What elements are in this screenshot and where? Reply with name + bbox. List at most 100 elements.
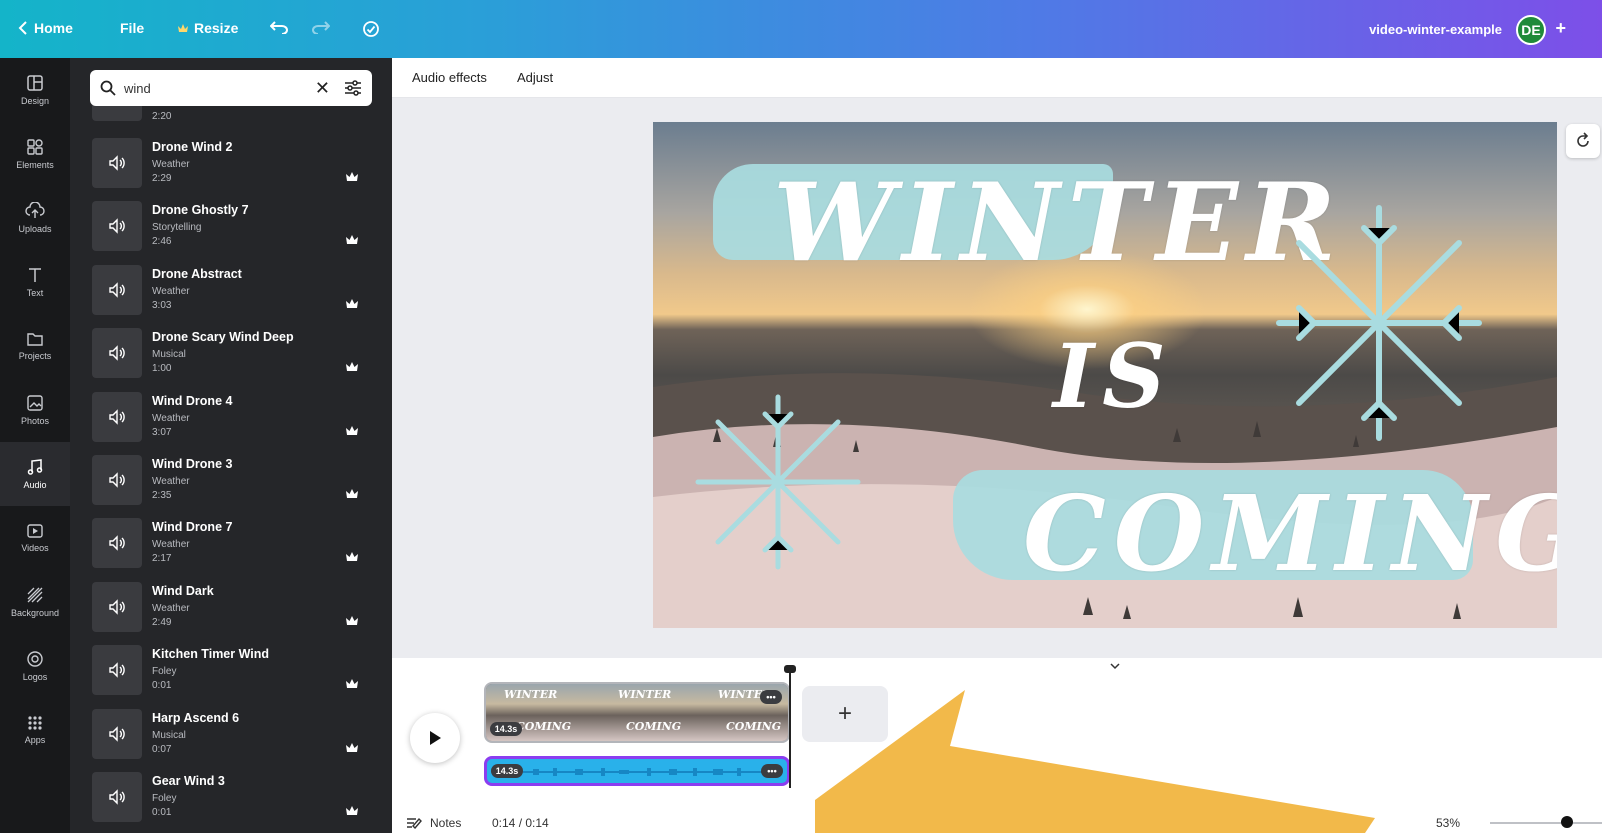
play-button[interactable] xyxy=(410,713,460,763)
audio-thumbnail xyxy=(92,455,142,505)
audio-category: Weather xyxy=(152,539,190,551)
audio-category: Weather xyxy=(152,285,190,297)
list-item[interactable]: Kitchen Timer Wind Foley 0:01 xyxy=(92,641,372,704)
headline-is[interactable]: IS xyxy=(1053,324,1174,428)
speaker-icon xyxy=(109,535,125,552)
audio-duration: 3:03 xyxy=(152,299,172,311)
avatar[interactable]: DE xyxy=(1516,15,1546,45)
search-bar[interactable]: wind ✕ xyxy=(90,70,372,106)
snowflake-icon[interactable] xyxy=(693,392,863,572)
rail-item-logos[interactable]: Logos xyxy=(0,634,70,698)
zoom-slider-track[interactable] xyxy=(1490,822,1602,824)
rail-item-text[interactable]: Text xyxy=(0,250,70,314)
video-clip[interactable]: WINTER WINTER WINTER COMING COMING COMIN… xyxy=(484,682,790,743)
audio-thumbnail xyxy=(92,581,142,632)
expand-timeline-handle[interactable] xyxy=(1085,660,1145,674)
audio-effects-button[interactable]: Audio effects xyxy=(412,70,487,85)
add-collaborator-button[interactable]: + xyxy=(1555,18,1566,39)
list-item[interactable]: Wind Drone 3 Weather 2:35 xyxy=(92,451,372,514)
list-item-partial[interactable]: 2:20 xyxy=(92,99,372,127)
audio-thumbnail xyxy=(92,138,142,188)
rail-label: Elements xyxy=(16,160,54,170)
rail-label: Uploads xyxy=(18,224,52,234)
play-icon xyxy=(430,731,441,745)
audio-track[interactable]: 14.3s ••• xyxy=(484,756,790,786)
headline-winter[interactable]: WINTER xyxy=(773,160,1344,286)
resize-menu[interactable]: Resize xyxy=(178,20,238,36)
list-item[interactable]: Drone Scary Wind Deep Musical 1:00 xyxy=(92,324,372,387)
rail-item-photos[interactable]: Photos xyxy=(0,378,70,442)
home-button[interactable]: Home xyxy=(18,20,73,36)
list-item[interactable]: Drone Ghostly 7 Storytelling 2:46 xyxy=(92,197,372,260)
zoom-slider-handle[interactable] xyxy=(1561,816,1573,828)
rail-item-background[interactable]: Background xyxy=(0,570,70,634)
list-item[interactable]: Wind Drone 7 Weather 2:17 xyxy=(92,514,372,577)
save-status-button[interactable] xyxy=(362,20,380,38)
list-item[interactable]: Gear Wind 3 Foley 0:01 xyxy=(92,768,372,831)
audio-duration: 0:01 xyxy=(152,680,172,692)
notes-label: Notes xyxy=(430,816,462,830)
audio-title: Wind Drone 3 xyxy=(152,457,233,471)
file-label: File xyxy=(120,20,145,36)
list-item[interactable]: Wind Dark Weather 2:49 xyxy=(92,578,372,641)
snowflake-icon[interactable] xyxy=(1269,198,1489,448)
rail-item-videos[interactable]: Videos xyxy=(0,506,70,570)
regenerate-button[interactable] xyxy=(1566,124,1600,158)
playhead[interactable] xyxy=(789,668,791,788)
audio-duration: 2:29 xyxy=(152,173,172,184)
filter-icon[interactable] xyxy=(344,80,362,96)
search-icon xyxy=(100,80,116,96)
audio-duration: 2:17 xyxy=(152,553,172,565)
headline-coming[interactable]: COMING xyxy=(1023,472,1557,595)
speaker-icon xyxy=(109,789,125,805)
audio-thumbnail xyxy=(92,518,142,569)
search-input[interactable]: wind xyxy=(124,81,315,96)
document-title[interactable]: video-winter-example xyxy=(1369,22,1502,37)
waveform xyxy=(523,768,763,776)
list-item[interactable]: Wind Drone 4 Weather 3:07 xyxy=(92,388,372,451)
audio-panel: 2:20 Drone Wind 2 Weather 2:29 Drone Ghostl… xyxy=(70,58,392,833)
rail-item-elements[interactable]: Elements xyxy=(0,122,70,186)
file-menu[interactable]: File xyxy=(120,20,144,36)
undo-button[interactable] xyxy=(270,20,288,34)
list-item[interactable]: Drone Wind 2 Weather 2:29 xyxy=(92,134,372,197)
clear-search-button[interactable]: ✕ xyxy=(315,78,330,99)
rail-item-apps[interactable]: Apps xyxy=(0,698,70,762)
rail-item-projects[interactable]: Projects xyxy=(0,314,70,378)
crown-icon xyxy=(346,742,358,752)
redo-button[interactable] xyxy=(312,20,330,34)
adjust-button[interactable]: Adjust xyxy=(517,70,553,85)
rail-item-design[interactable]: Design xyxy=(0,58,70,122)
logo-icon xyxy=(27,651,43,667)
list-item[interactable]: Drone Abstract Weather 3:03 xyxy=(92,261,372,324)
clip-thumb-text: COMING xyxy=(516,720,572,733)
left-rail: Design Elements Uploads Text Projects Ph… xyxy=(0,58,70,833)
list-item[interactable]: Harp Ascend 6 Musical 0:07 xyxy=(92,705,372,768)
rail-item-audio[interactable]: Audio xyxy=(0,442,70,506)
audio-title: Drone Scary Wind Deep xyxy=(152,330,294,345)
audio-category: Foley xyxy=(152,666,177,678)
speaker-icon xyxy=(109,599,125,615)
music-note-icon xyxy=(27,459,43,475)
grid-icon xyxy=(28,716,42,730)
audio-thumbnail xyxy=(92,201,142,252)
notes-button[interactable]: Notes xyxy=(406,816,461,830)
audio-more-button[interactable]: ••• xyxy=(761,764,783,778)
audio-duration-badge: 14.3s xyxy=(491,764,523,778)
design-canvas[interactable]: WINTER IS COMING xyxy=(653,122,1557,628)
crown-icon xyxy=(346,679,358,689)
audio-category: Weather xyxy=(152,602,190,614)
zoom-level[interactable]: 53% xyxy=(1436,816,1460,830)
audio-title: Harp Ascend 6 xyxy=(152,710,240,725)
notes-icon xyxy=(407,817,422,830)
clip-more-button[interactable]: ••• xyxy=(760,690,782,704)
undo-icon xyxy=(270,21,288,34)
rail-item-uploads[interactable]: Uploads xyxy=(0,186,70,250)
audio-thumbnail xyxy=(92,772,142,822)
audio-title: Gear Wind 3 xyxy=(152,774,225,788)
audio-duration: 2:49 xyxy=(152,616,172,628)
rail-label: Logos xyxy=(22,672,48,682)
speaker-icon xyxy=(109,408,125,425)
chevron-down-icon xyxy=(1110,663,1120,670)
rail-label: Background xyxy=(10,608,60,618)
